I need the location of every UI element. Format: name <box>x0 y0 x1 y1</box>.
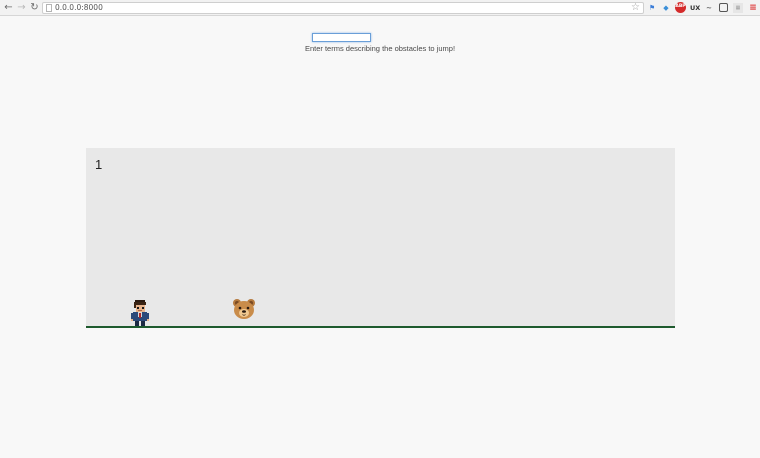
address-bar[interactable]: 0.0.0.0:8000 ☆ <box>42 2 644 14</box>
bear-obstacle <box>233 299 255 319</box>
obstacle-terms-input[interactable] <box>312 33 371 42</box>
player-character <box>131 300 149 328</box>
page-icon <box>46 4 52 12</box>
menu-icon[interactable]: ≡ <box>748 3 758 13</box>
instruction-text: Enter terms describing the obstacles to … <box>304 44 456 53</box>
extension-box-icon[interactable] <box>719 3 728 12</box>
back-arrow-icon[interactable]: ← <box>3 2 14 13</box>
bookmark-star-icon[interactable]: ☆ <box>631 2 640 13</box>
extension-dropbox-icon[interactable]: ◆ <box>661 3 671 13</box>
reload-icon[interactable]: ↻ <box>29 2 40 13</box>
forward-arrow-icon[interactable]: → <box>16 2 27 13</box>
browser-toolbar: ← → ↻ 0.0.0.0:8000 ☆ ⚑ ◆ ABP UX ∼ ▦ ≡ <box>0 0 760 16</box>
extension-flag-icon[interactable]: ⚑ <box>647 3 657 13</box>
game-canvas[interactable]: 1 <box>86 148 675 328</box>
score-counter: 1 <box>95 157 103 172</box>
extension-curve-icon[interactable]: ∼ <box>704 3 714 13</box>
ux-check-icon[interactable]: UX <box>690 3 700 13</box>
adblock-icon[interactable]: ABP <box>675 2 686 13</box>
url-text[interactable]: 0.0.0.0:8000 <box>55 3 103 13</box>
ground-line <box>86 326 675 328</box>
extension-grid-icon[interactable]: ▦ <box>733 3 743 13</box>
